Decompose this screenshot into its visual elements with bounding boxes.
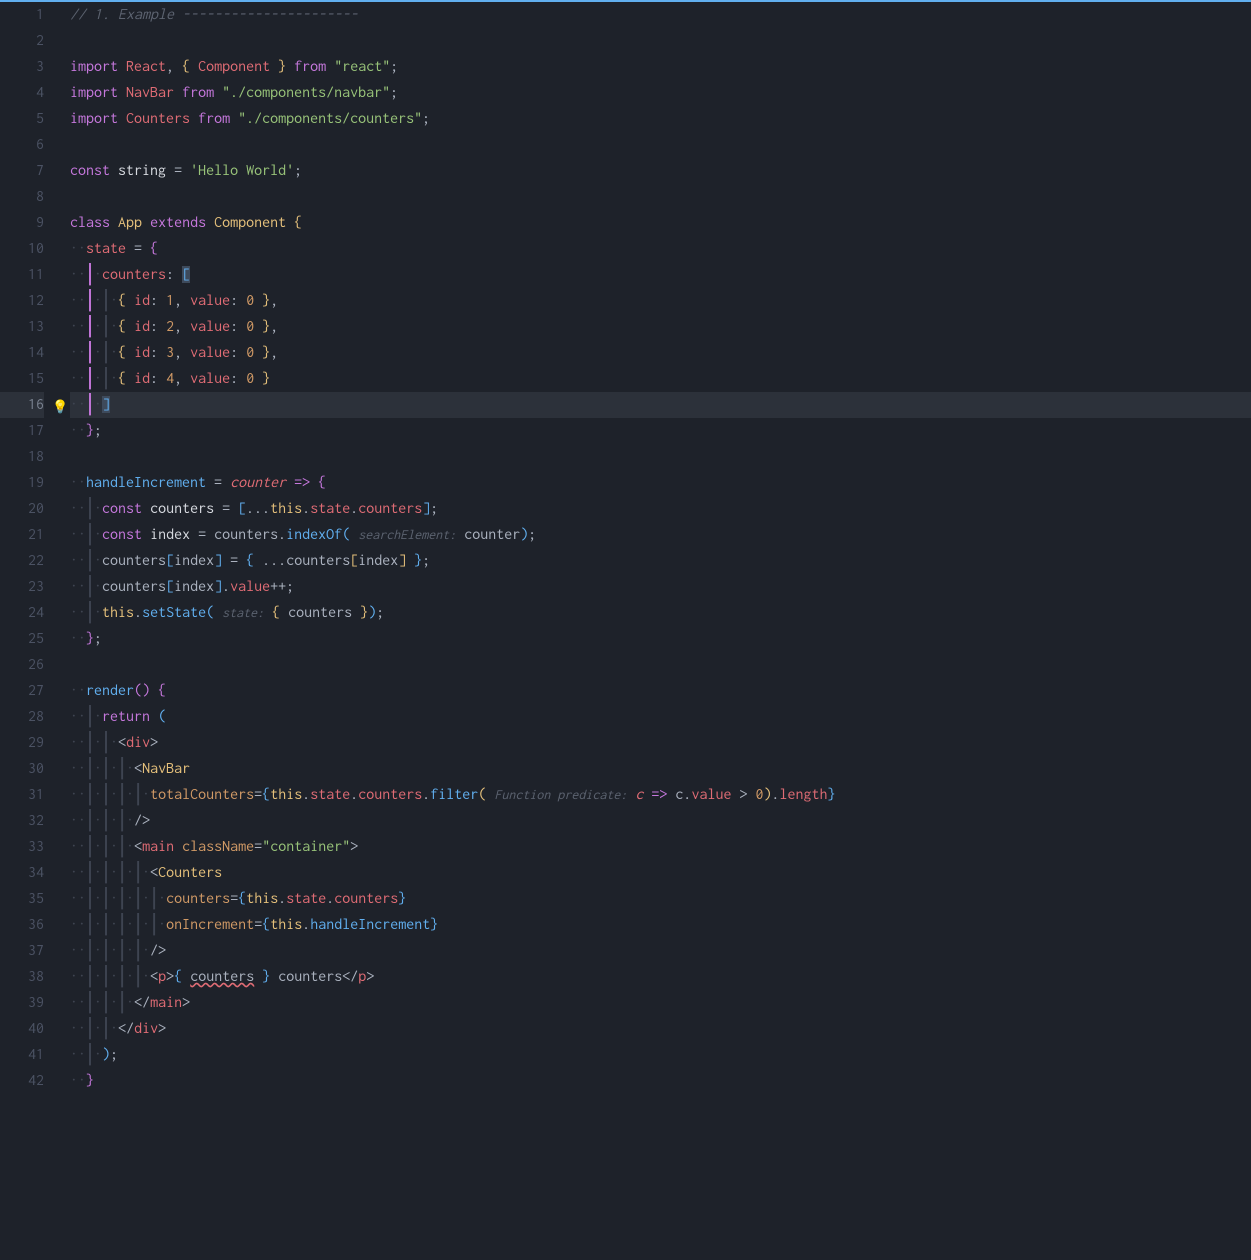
line-number: 24 xyxy=(0,600,44,626)
code-line[interactable]: ··│·│·│·│·totalCounters={this.state.coun… xyxy=(70,782,1251,808)
code-line[interactable] xyxy=(70,444,1251,470)
line-number: 29 xyxy=(0,730,44,756)
code-line[interactable]: ··│·│·<div> xyxy=(70,730,1251,756)
line-number: 38 xyxy=(0,964,44,990)
line-number: 7 xyxy=(0,158,44,184)
code-content[interactable]: // 1. Example ---------------------- impo… xyxy=(70,0,1251,1260)
line-number: 35 xyxy=(0,886,44,912)
code-line[interactable]: ··}; xyxy=(70,626,1251,652)
code-line[interactable]: 💡··│·] xyxy=(70,392,1251,418)
code-line[interactable]: ··│·│·│·</main> xyxy=(70,990,1251,1016)
line-number: 23 xyxy=(0,574,44,600)
code-line[interactable]: ··│·│·│·│·│·onIncrement={this.handleIncr… xyxy=(70,912,1251,938)
line-number: 15 xyxy=(0,366,44,392)
code-line[interactable]: ··│·│·{ id: 3, value: 0 }, xyxy=(70,340,1251,366)
code-line[interactable]: ··│·); xyxy=(70,1042,1251,1068)
code-line[interactable]: ··│·return ( xyxy=(70,704,1251,730)
code-line[interactable]: ··│·counters[index] = { ...counters[inde… xyxy=(70,548,1251,574)
code-line[interactable]: ··│·│·│·│·/> xyxy=(70,938,1251,964)
code-line[interactable] xyxy=(70,652,1251,678)
line-number: 5 xyxy=(0,106,44,132)
line-number: 42 xyxy=(0,1068,44,1094)
code-line[interactable]: ··│·const counters = [...this.state.coun… xyxy=(70,496,1251,522)
code-line[interactable]: ··}; xyxy=(70,418,1251,444)
line-number: 31 xyxy=(0,782,44,808)
line-number: 1 xyxy=(0,2,44,28)
line-number: 40 xyxy=(0,1016,44,1042)
code-line[interactable]: ··│·this.setState( state: { counters }); xyxy=(70,600,1251,626)
line-number: 8 xyxy=(0,184,44,210)
line-number: 13 xyxy=(0,314,44,340)
line-number: 17 xyxy=(0,418,44,444)
code-line[interactable]: ··│·const index = counters.indexOf( sear… xyxy=(70,522,1251,548)
lightbulb-icon[interactable]: 💡 xyxy=(52,395,68,421)
code-line[interactable]: ··render() { xyxy=(70,678,1251,704)
line-number: 25 xyxy=(0,626,44,652)
code-line[interactable]: ··│·│·│·│·<Counters xyxy=(70,860,1251,886)
code-line[interactable]: ··│·│·{ id: 2, value: 0 }, xyxy=(70,314,1251,340)
code-editor[interactable]: 1234567891011121314151617181920212223242… xyxy=(0,0,1251,1260)
code-line[interactable]: ··│·counters: [ xyxy=(70,262,1251,288)
line-number: 18 xyxy=(0,444,44,470)
code-line[interactable]: ··│·counters[index].value++; xyxy=(70,574,1251,600)
line-number: 6 xyxy=(0,132,44,158)
code-line[interactable]: import NavBar from "./components/navbar"… xyxy=(70,80,1251,106)
code-line[interactable]: ··handleIncrement = counter => { xyxy=(70,470,1251,496)
code-line[interactable]: // 1. Example ---------------------- xyxy=(70,2,1251,28)
line-number: 27 xyxy=(0,678,44,704)
line-number: 12 xyxy=(0,288,44,314)
line-number-gutter: 1234567891011121314151617181920212223242… xyxy=(0,0,70,1260)
code-line[interactable]: import React, { Component } from "react"… xyxy=(70,54,1251,80)
code-line[interactable]: ··│·│·│·<main className="container"> xyxy=(70,834,1251,860)
line-number: 37 xyxy=(0,938,44,964)
code-line[interactable] xyxy=(70,132,1251,158)
line-number: 10 xyxy=(0,236,44,262)
code-line[interactable]: const string = 'Hello World'; xyxy=(70,158,1251,184)
line-number: 19 xyxy=(0,470,44,496)
line-number: 28 xyxy=(0,704,44,730)
code-line[interactable]: ··state = { xyxy=(70,236,1251,262)
line-number: 9 xyxy=(0,210,44,236)
line-number: 41 xyxy=(0,1042,44,1068)
code-line[interactable]: ··│·│·{ id: 1, value: 0 }, xyxy=(70,288,1251,314)
line-number: 22 xyxy=(0,548,44,574)
line-number: 11 xyxy=(0,262,44,288)
code-line[interactable]: ··│·│·│·/> xyxy=(70,808,1251,834)
code-line[interactable]: class App extends Component { xyxy=(70,210,1251,236)
code-line[interactable]: ··│·│·│·│·<p>{ counters } counters</p> xyxy=(70,964,1251,990)
line-number: 14 xyxy=(0,340,44,366)
code-line[interactable] xyxy=(70,184,1251,210)
line-number: 20 xyxy=(0,496,44,522)
line-number: 32 xyxy=(0,808,44,834)
line-number: 30 xyxy=(0,756,44,782)
line-number: 34 xyxy=(0,860,44,886)
code-line[interactable]: ··│·│·</div> xyxy=(70,1016,1251,1042)
line-number: 3 xyxy=(0,54,44,80)
line-number: 33 xyxy=(0,834,44,860)
line-number: 2 xyxy=(0,28,44,54)
line-number: 4 xyxy=(0,80,44,106)
code-line[interactable]: ··│·│·│·<NavBar xyxy=(70,756,1251,782)
code-line[interactable]: ··│·│·│·│·│·counters={this.state.counter… xyxy=(70,886,1251,912)
line-number: 39 xyxy=(0,990,44,1016)
line-number: 16 xyxy=(0,392,44,418)
code-line[interactable]: ··} xyxy=(70,1068,1251,1094)
code-line[interactable]: import Counters from "./components/count… xyxy=(70,106,1251,132)
line-number: 21 xyxy=(0,522,44,548)
line-number: 26 xyxy=(0,652,44,678)
code-line[interactable] xyxy=(70,28,1251,54)
code-line[interactable]: ··│·│·{ id: 4, value: 0 } xyxy=(70,366,1251,392)
line-number: 36 xyxy=(0,912,44,938)
